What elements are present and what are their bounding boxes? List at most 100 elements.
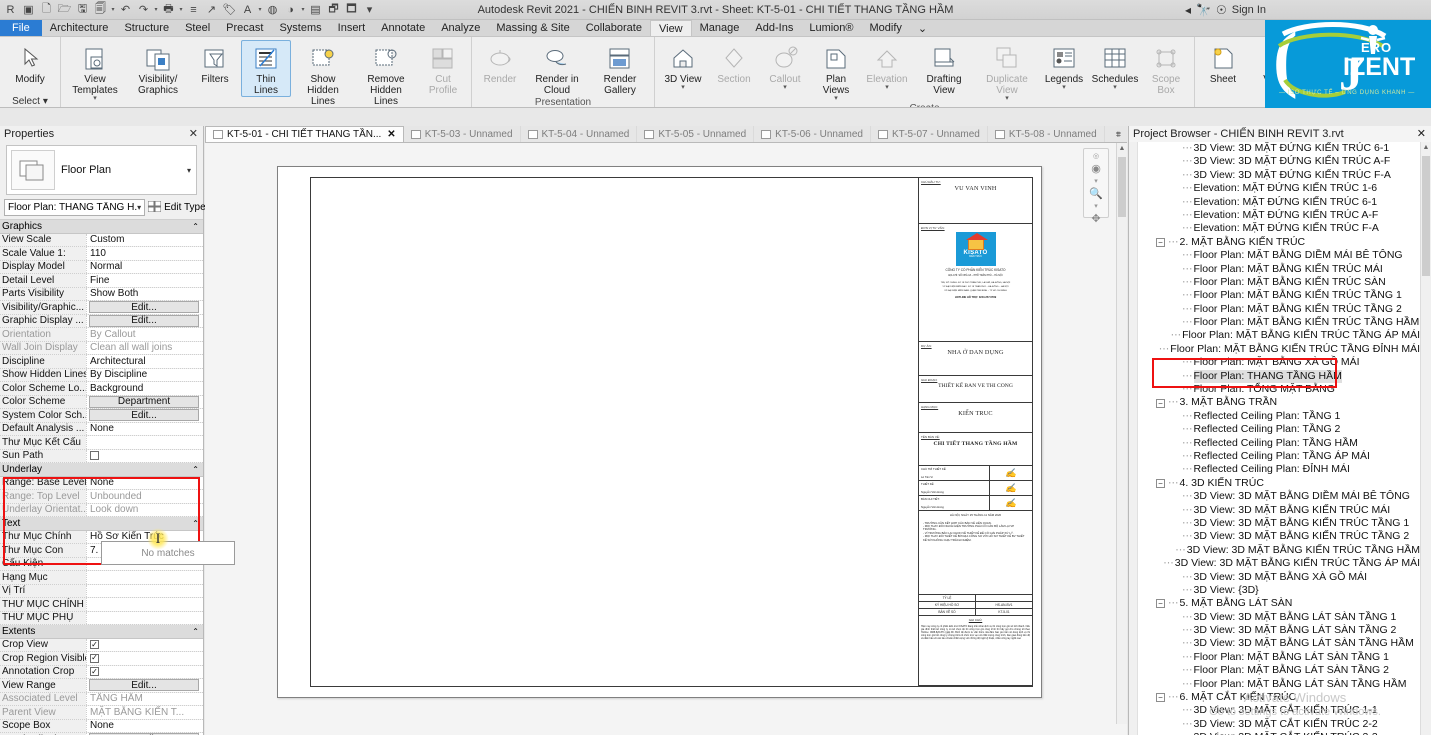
properties-row[interactable]: Parts Visibility Show Both: [0, 287, 203, 301]
measure-icon[interactable]: ≡: [185, 1, 202, 18]
collapse-icon[interactable]: ⌃: [192, 625, 203, 638]
tree-leaf-node[interactable]: ⋯ Floor Plan: TỔNG MẶT BẰNG: [1138, 383, 1420, 396]
properties-row[interactable]: Detail Level Fine: [0, 274, 203, 288]
property-value[interactable]: Edit...: [86, 679, 203, 692]
new-file-icon[interactable]: 🗋: [38, 1, 55, 18]
save-icon[interactable]: 🖫: [74, 1, 91, 18]
sign-in-label[interactable]: Sign In: [1232, 4, 1266, 16]
tree-leaf-node[interactable]: ⋯ 3D View: 3D MẶT ĐỨNG KIẾN TRÚC 6-1: [1138, 142, 1420, 155]
properties-selector-row[interactable]: Floor Plan: THANG TẦNG H. ▾ Edit Type: [4, 199, 206, 216]
properties-row[interactable]: Default Analysis ... None: [0, 422, 203, 436]
property-value[interactable]: Edit...: [86, 314, 203, 327]
properties-type-preview[interactable]: Floor Plan ▾: [6, 145, 197, 195]
tree-leaf-node[interactable]: ⋯ Floor Plan: MẶT BẰNG XÀ GỒ MÁI: [1138, 356, 1420, 369]
tree-leaf-node[interactable]: ⋯ Floor Plan: MẶT BẰNG KIẾN TRÚC TẦNG ĐỈN…: [1138, 343, 1420, 356]
filters-button[interactable]: Filters: [190, 40, 240, 86]
tree-leaf-node[interactable]: ⋯ 3D View: 3D MẶT BẰNG LÁT SÀN TẦNG 2: [1138, 624, 1420, 637]
tree-leaf-node[interactable]: ⋯ Floor Plan: MẶT BẰNG LÁT SÀN TẦNG 2: [1138, 664, 1420, 677]
tree-group-node[interactable]: − ⋯ 4. 3D KIẾN TRÚC: [1138, 477, 1420, 490]
legends-button[interactable]: Legends ▾: [1039, 40, 1089, 92]
properties-row[interactable]: Graphic Display ... Edit...: [0, 314, 203, 328]
properties-row[interactable]: Show Hidden Lines By Discipline: [0, 368, 203, 382]
properties-row[interactable]: Color Scheme Department: [0, 395, 203, 409]
place-view-button[interactable]: View: [1249, 40, 1265, 86]
properties-row[interactable]: View Range Edit...: [0, 679, 203, 693]
property-value[interactable]: Department: [86, 395, 203, 408]
plan-views-button[interactable]: Plan Views ▾: [811, 40, 861, 103]
render-gallery-button[interactable]: Render Gallery: [589, 40, 651, 97]
schedules-button[interactable]: Schedules ▾: [1090, 40, 1140, 92]
ribbon-tab-collaborate[interactable]: Collaborate: [578, 20, 650, 36]
sign-in-area[interactable]: ◂ 🔭 ☉ Sign In: [1185, 0, 1266, 20]
collapse-icon[interactable]: ⌃: [192, 517, 203, 530]
user-icon[interactable]: ☉: [1216, 3, 1227, 17]
properties-row[interactable]: Display Model Normal: [0, 260, 203, 274]
properties-row[interactable]: Parent View MẶT BẰNG KIẾN T...: [0, 706, 203, 720]
property-value[interactable]: ✓: [86, 638, 203, 651]
tree-leaf-node[interactable]: ⋯ 3D View: 3D MẶT BẰNG KIẾN TRÚC MÁI: [1138, 504, 1420, 517]
switch-windows-icon[interactable]: 🗖: [343, 1, 360, 18]
ribbon-tab--[interactable]: ⌄: [910, 20, 935, 36]
tab-overflow-icon[interactable]: ⩨: [1110, 126, 1127, 142]
tree-leaf-node[interactable]: ⋯ 3D View: 3D MẶT ĐỨNG KIẾN TRÚC F-A: [1138, 169, 1420, 182]
tree-leaf-node[interactable]: ⋯ 3D View: 3D MẶT BẰNG DIỀM MÁI BÊ TÔNG: [1138, 490, 1420, 503]
sheet-page[interactable]: CHỦ ĐẦU TƯ: VU VAN VINH ĐƠN VỊ TƯ VẤN: K…: [277, 166, 1042, 698]
chevron-down-icon[interactable]: ▾: [1113, 84, 1117, 91]
properties-section-header[interactable]: Extents ⌃: [0, 625, 203, 639]
properties-section-header[interactable]: Text ⌃: [0, 517, 203, 531]
chevron-down-icon[interactable]: ▾: [1005, 95, 1009, 102]
checkbox[interactable]: [90, 451, 99, 461]
properties-row[interactable]: Annotation Crop ✓: [0, 665, 203, 679]
tree-collapse-toggle[interactable]: −: [1156, 478, 1165, 488]
properties-section-header[interactable]: Underlay ⌃: [0, 463, 203, 477]
close-icon[interactable]: ✕: [387, 129, 395, 140]
properties-row[interactable]: Discipline Architectural: [0, 355, 203, 369]
print-icon[interactable]: 🖶: [160, 1, 177, 18]
property-edit-button[interactable]: Edit...: [89, 301, 199, 314]
canvas-vertical-scrollbar[interactable]: ▲: [1116, 143, 1127, 724]
properties-row[interactable]: Associated Level TẦNG HẦM: [0, 692, 203, 706]
property-edit-button[interactable]: Edit...: [89, 314, 199, 327]
properties-row[interactable]: System Color Sch... Edit...: [0, 409, 203, 423]
collapse-icon[interactable]: ⌃: [192, 220, 203, 233]
tree-leaf-node[interactable]: ⋯ Elevation: MẶT ĐỨNG KIẾN TRÚC 6-1: [1138, 196, 1420, 209]
tree-group-node[interactable]: − ⋯ 5. MẶT BẰNG LÁT SÀN: [1138, 597, 1420, 610]
properties-section-header[interactable]: Graphics ⌃: [0, 220, 203, 234]
tree-leaf-node[interactable]: ⋯ 3D View: 3D MẶT BẰNG LÁT SÀN TẦNG HẦM: [1138, 637, 1420, 650]
collapse-icon[interactable]: ⌃: [192, 463, 203, 476]
property-value[interactable]: Edit...: [86, 409, 203, 422]
chevron-down-icon[interactable]: ▾: [300, 6, 306, 13]
document-tab[interactable]: KT-5-08 - Unnamed: [988, 126, 1105, 142]
tree-group-node[interactable]: − ⋯ 2. MẶT BẰNG KIẾN TRÚC: [1138, 236, 1420, 249]
title-block[interactable]: CHỦ ĐẦU TƯ: VU VAN VINH ĐƠN VỊ TƯ VẤN: K…: [918, 178, 1032, 686]
chevron-down-icon[interactable]: ▾: [1062, 84, 1066, 91]
tree-leaf-node[interactable]: ⋯ 3D View: 3D MẶT BẰNG KIẾN TRÚC TẦNG ÁP …: [1138, 557, 1420, 570]
property-value[interactable]: Edit...: [86, 301, 203, 314]
3d-view-button[interactable]: 3D View ▾: [658, 40, 708, 92]
chevron-down-icon[interactable]: ▾: [783, 84, 787, 91]
chevron-down-icon[interactable]: ▾: [153, 6, 159, 13]
tree-leaf-node[interactable]: ⋯ 3D View: 3D MẶT ĐỨNG KIẾN TRÚC A-F: [1138, 155, 1420, 168]
ribbon-tab-modify[interactable]: Modify: [862, 20, 910, 36]
ribbon-tab-precast[interactable]: Precast: [218, 20, 271, 36]
sheet-button[interactable]: Sheet: [1198, 40, 1248, 86]
view-selector-combo[interactable]: Floor Plan: THANG TẦNG H. ▾: [4, 199, 146, 216]
drafting-view-button[interactable]: Drafting View: [913, 40, 975, 97]
tree-leaf-node[interactable]: ⋯ 3D View: {3D}: [1138, 584, 1420, 597]
ribbon-tab-annotate[interactable]: Annotate: [373, 20, 433, 36]
binoculars-icon[interactable]: 🔭: [1196, 3, 1211, 17]
ribbon-tab-view[interactable]: View: [649, 20, 692, 36]
document-tab-bar[interactable]: KT-5-01 - CHI TIẾT THANG TẦN... ✕ KT-5-03 …: [205, 126, 1127, 143]
undo-icon[interactable]: ↶: [117, 1, 134, 18]
properties-row[interactable]: Crop Region Visible ✓: [0, 652, 203, 666]
properties-row[interactable]: Vị Trí: [0, 584, 203, 598]
ribbon-tab-file[interactable]: File: [0, 20, 42, 36]
properties-row[interactable]: Thư Mục Kết Cấu: [0, 436, 203, 450]
properties-panel[interactable]: Properties ✕ Floor Plan ▾ Floor Plan: TH…: [0, 126, 206, 735]
tree-leaf-node[interactable]: ⋯ 3D View: 3D MẶT CẮT KIẾN TRÚC 2-2: [1138, 718, 1420, 731]
tree-collapse-toggle[interactable]: −: [1156, 693, 1165, 703]
show-hidden-lines-button[interactable]: Show Hidden Lines: [292, 40, 354, 107]
ribbon-tab-steel[interactable]: Steel: [177, 20, 218, 36]
redo-icon[interactable]: ↷: [135, 1, 152, 18]
customize-qat-icon[interactable]: ▾: [361, 1, 378, 18]
